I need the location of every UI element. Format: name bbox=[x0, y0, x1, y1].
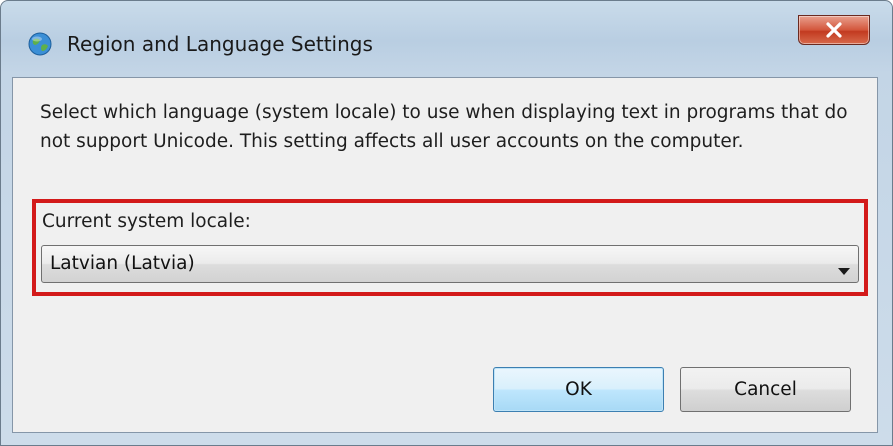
description-text: Select which language (system locale) to… bbox=[40, 102, 848, 152]
locale-label: Current system locale: bbox=[42, 211, 251, 232]
close-icon bbox=[826, 22, 842, 38]
dialog-window: Region and Language Settings Select whic… bbox=[0, 0, 893, 446]
chevron-down-icon bbox=[838, 260, 850, 279]
globe-icon bbox=[27, 31, 53, 57]
title-bar[interactable]: Region and Language Settings bbox=[1, 1, 892, 77]
ok-button[interactable]: OK bbox=[493, 367, 664, 412]
close-button[interactable] bbox=[798, 15, 870, 45]
locale-selected-value: Latvian (Latvia) bbox=[50, 253, 195, 274]
system-locale-dropdown[interactable]: Latvian (Latvia) bbox=[41, 245, 859, 283]
dialog-content: Select which language (system locale) to… bbox=[12, 77, 878, 433]
cancel-button[interactable]: Cancel bbox=[680, 367, 851, 412]
window-title: Region and Language Settings bbox=[67, 32, 373, 56]
